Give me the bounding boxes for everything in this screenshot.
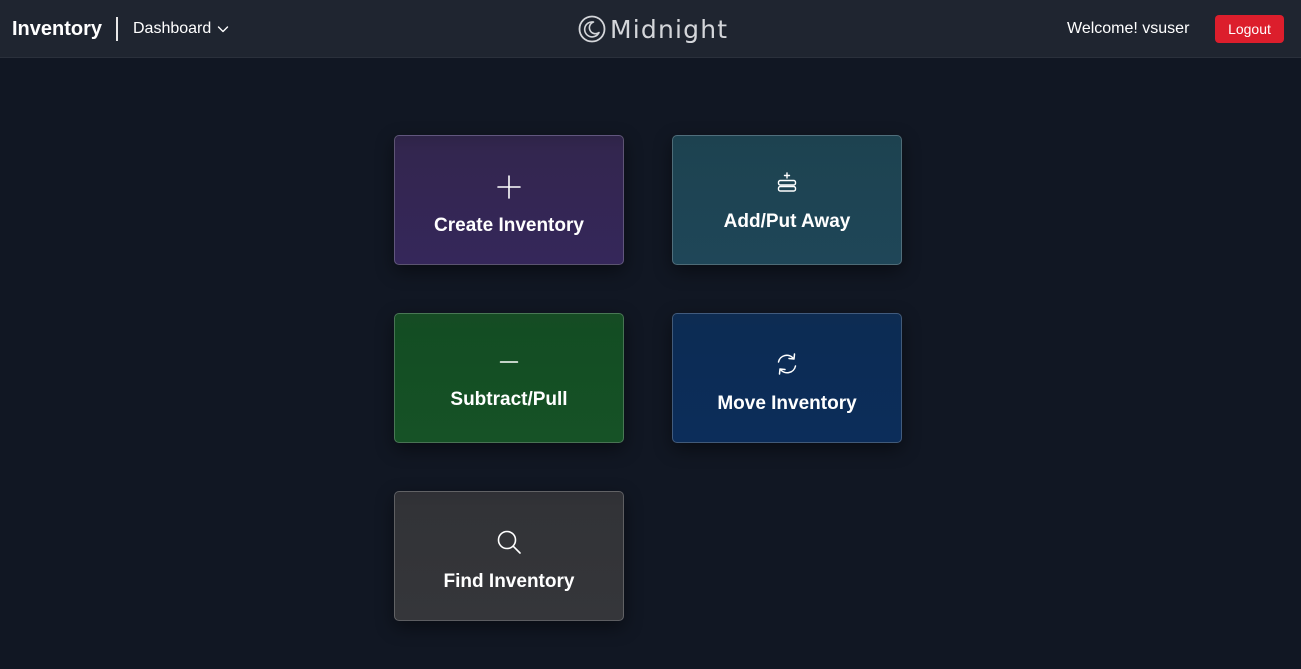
stack-add-icon xyxy=(777,172,797,192)
top-navbar: Inventory Dashboard Midnight Welcome! vs… xyxy=(0,0,1301,58)
logout-button[interactable]: Logout xyxy=(1215,15,1284,43)
create-inventory-label: Create Inventory xyxy=(434,215,584,236)
add-put-away-label: Add/Put Away xyxy=(723,211,851,232)
move-inventory-label: Move Inventory xyxy=(717,393,857,414)
logo-text: Midnight xyxy=(610,14,729,44)
move-inventory-tile[interactable]: Move Inventory xyxy=(672,313,902,443)
welcome-message: Welcome! vsuser xyxy=(1067,20,1190,37)
add-put-away-tile[interactable]: Add/Put Away xyxy=(672,135,902,265)
create-inventory-tile[interactable]: Create Inventory xyxy=(394,135,624,265)
dashboard-dropdown[interactable]: Dashboard xyxy=(133,18,229,40)
moon-logo-icon xyxy=(578,15,606,43)
find-inventory-tile[interactable]: Find Inventory xyxy=(394,491,624,621)
plus-icon xyxy=(497,175,521,199)
header-divider xyxy=(116,17,118,41)
dashboard-dropdown-label: Dashboard xyxy=(133,20,212,37)
search-icon xyxy=(497,530,521,554)
minus-icon xyxy=(499,361,519,363)
midnight-logo: Midnight xyxy=(578,14,728,44)
find-inventory-label: Find Inventory xyxy=(443,571,575,592)
subtract-pull-label: Subtract/Pull xyxy=(450,389,568,410)
subtract-pull-tile[interactable]: Subtract/Pull xyxy=(394,313,624,443)
refresh-arrows-icon xyxy=(777,353,797,375)
app-title[interactable]: Inventory xyxy=(12,16,102,42)
chevron-down-icon xyxy=(218,26,229,33)
